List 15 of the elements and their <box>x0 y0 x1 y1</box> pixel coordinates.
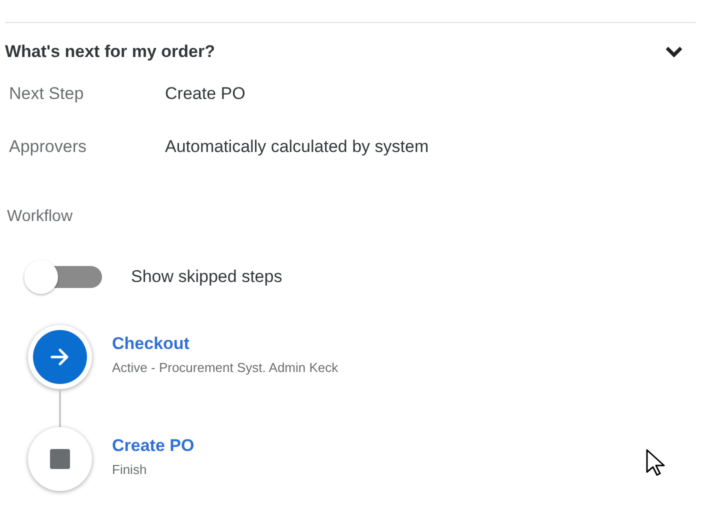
section-title: What's next for my order? <box>5 41 215 63</box>
field-label: Approvers <box>9 136 88 158</box>
stop-square-icon <box>50 448 70 468</box>
step-status: Active - Procurement Syst. Admin Keck <box>112 359 338 377</box>
field-value: Automatically calculated by system <box>165 136 429 158</box>
field-label: Next Step <box>9 82 85 104</box>
toggle-switch[interactable] <box>24 258 102 294</box>
toggle-label: Show skipped steps <box>131 266 282 288</box>
chevron-icon <box>665 46 683 58</box>
workflow-label: Workflow <box>7 206 72 226</box>
field-value: Create PO <box>165 82 246 104</box>
step-link[interactable]: Checkout <box>112 330 338 356</box>
arrow-right-icon <box>50 348 70 366</box>
step-link[interactable]: Create PO <box>112 432 194 458</box>
step-status: Finish <box>112 461 148 479</box>
